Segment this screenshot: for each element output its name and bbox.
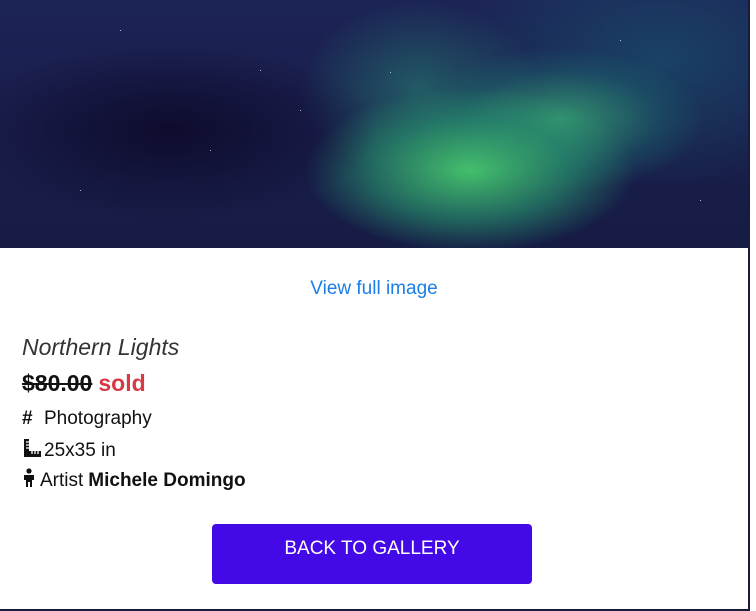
price-row: $80.00 sold xyxy=(22,370,146,397)
star xyxy=(620,40,621,41)
sold-badge: sold xyxy=(98,370,146,396)
back-to-gallery-button[interactable]: BACK TO GALLERY xyxy=(212,524,532,584)
size-label: 25x35 in xyxy=(44,440,116,461)
star xyxy=(390,72,391,73)
artwork-image[interactable] xyxy=(0,0,748,248)
price: $80.00 xyxy=(22,370,93,396)
star xyxy=(260,70,261,71)
ruler-icon xyxy=(22,438,42,464)
star xyxy=(80,190,81,191)
star xyxy=(300,110,301,111)
size-row: 25x35 in xyxy=(22,438,116,464)
person-icon xyxy=(22,468,38,494)
star xyxy=(210,150,211,151)
artist-name: Michele Domingo xyxy=(88,470,246,491)
artwork-card: View full image Northern Lights $80.00 so… xyxy=(0,0,750,611)
hashtag-icon: # xyxy=(22,408,33,429)
artist-label: Artist xyxy=(40,470,84,491)
image-shadow xyxy=(0,40,380,220)
star xyxy=(700,200,701,201)
star xyxy=(120,30,121,31)
category-label: Photography xyxy=(44,408,152,429)
category-row: # Photography xyxy=(22,408,152,430)
artwork-title: Northern Lights xyxy=(22,334,180,360)
artist-row: Artist Michele Domingo xyxy=(22,468,246,494)
view-full-image-link[interactable]: View full image xyxy=(0,278,748,300)
